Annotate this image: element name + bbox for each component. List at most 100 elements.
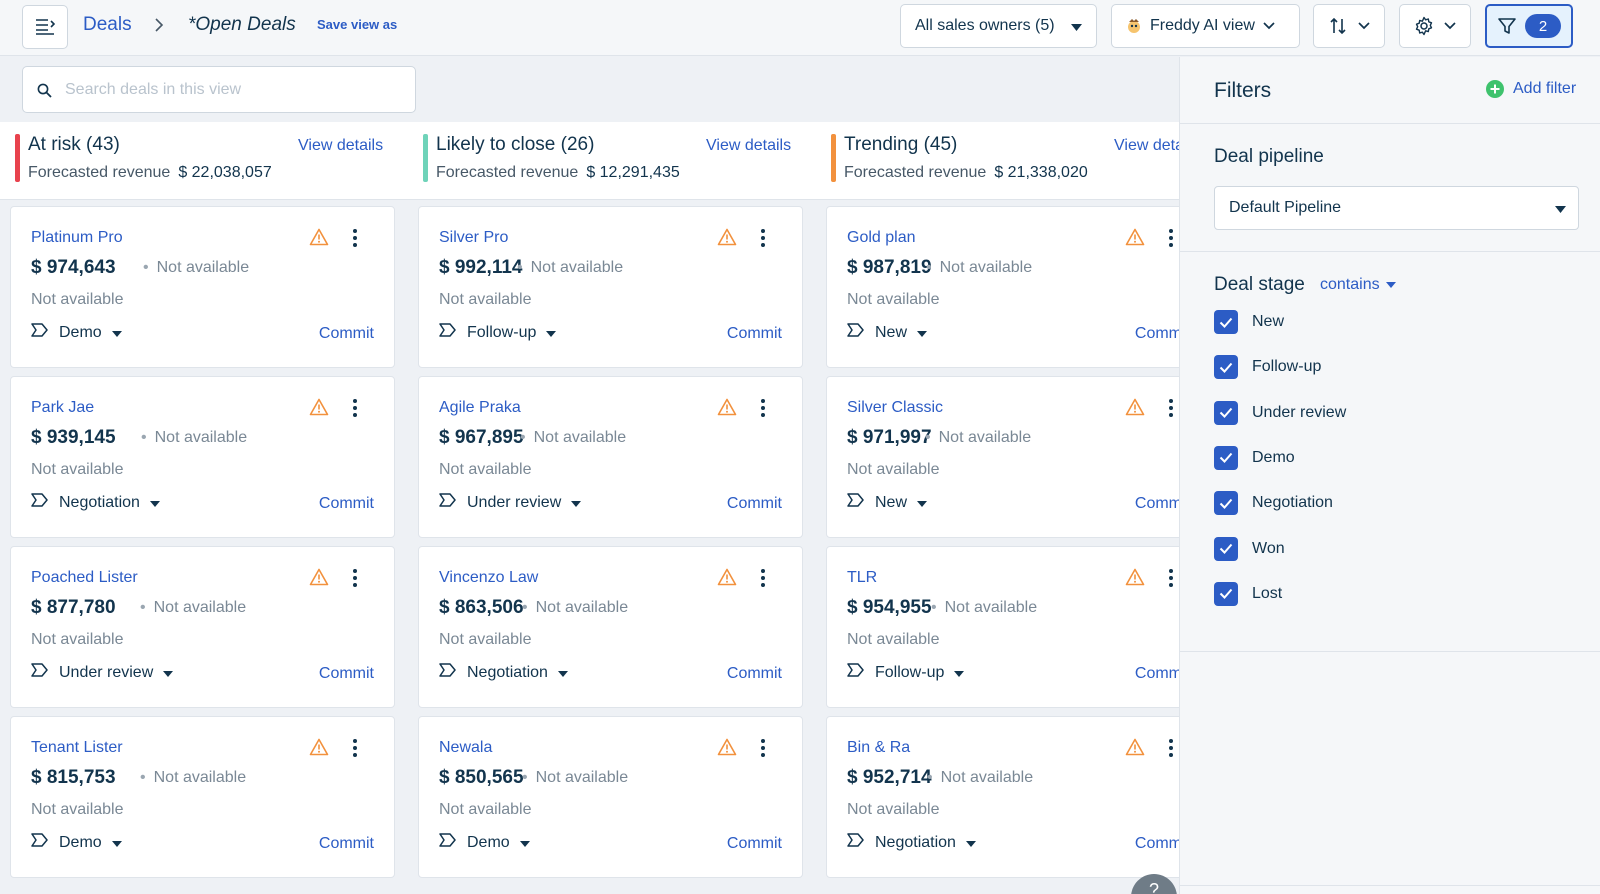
search-input[interactable] <box>65 77 405 103</box>
commit-link[interactable]: Commit <box>1135 835 1179 853</box>
sort-dropdown[interactable] <box>1313 4 1385 48</box>
commit-link[interactable]: Commit <box>319 835 374 853</box>
deal-name-link[interactable]: Gold plan <box>847 229 916 247</box>
deal-stage-option[interactable]: Under review <box>1214 400 1347 425</box>
close-date-value: Not available <box>522 599 629 617</box>
deal-name-link[interactable]: Vincenzo Law <box>439 569 538 587</box>
deal-name-link[interactable]: Bin & Ra <box>847 739 910 757</box>
warning-icon <box>1125 398 1145 421</box>
deal-stage-dropdown[interactable]: Under review <box>439 493 582 512</box>
deal-card[interactable]: Poached Lister $ 877,780 Not available Not … <box>10 546 395 708</box>
commit-link[interactable]: Commit <box>1135 495 1179 513</box>
sales-owners-dropdown[interactable]: All sales owners (5) <box>900 4 1097 48</box>
view-details-link[interactable]: View details <box>298 137 383 155</box>
commit-link[interactable]: Commit <box>319 325 374 343</box>
more-options-icon[interactable] <box>1163 567 1179 589</box>
deal-name-link[interactable]: TLR <box>847 569 877 587</box>
deal-name-link[interactable]: Park Jae <box>31 399 94 417</box>
deal-stage-dropdown[interactable]: Demo <box>439 833 530 852</box>
deal-stage-option[interactable]: Won <box>1214 536 1285 561</box>
deal-card[interactable]: Tenant Lister $ 815,753 Not available Not a… <box>10 716 395 878</box>
commit-link[interactable]: Commit <box>319 665 374 683</box>
commit-link[interactable]: Commit <box>727 325 782 343</box>
deal-stage-option[interactable]: Lost <box>1214 581 1282 606</box>
deal-name-link[interactable]: Agile Praka <box>439 399 521 417</box>
deal-card[interactable]: Bin & Ra$ 952,714Not availableNot availa… <box>826 716 1179 878</box>
deal-stage-dropdown[interactable]: Follow-up <box>439 323 557 342</box>
more-options-icon[interactable] <box>1163 397 1179 419</box>
more-options-icon[interactable] <box>347 397 363 419</box>
deal-stage-dropdown[interactable]: Follow-up <box>847 663 965 682</box>
deal-stage-option[interactable]: New <box>1214 310 1284 334</box>
contact-value: Not available <box>847 631 940 648</box>
deal-name-link[interactable]: Newala <box>439 739 492 757</box>
more-options-icon[interactable] <box>1163 227 1179 249</box>
deal-name-link[interactable]: Platinum Pro <box>31 229 123 247</box>
deal-stage-dropdown[interactable]: Negotiation <box>847 833 976 852</box>
filter-toggle-button[interactable]: 2 <box>1485 4 1573 48</box>
caret-down-icon <box>917 324 928 342</box>
add-filter-button[interactable]: Add filter <box>1485 79 1576 99</box>
commit-link[interactable]: Commit <box>1135 325 1179 343</box>
deal-stage-option[interactable]: Negotiation <box>1214 491 1333 516</box>
contact-value: Not available <box>439 291 532 308</box>
more-options-icon[interactable] <box>1163 737 1179 759</box>
column-title: Likely to close (26) <box>436 134 595 155</box>
checkbox-checked[interactable] <box>1214 355 1238 380</box>
deal-stage-dropdown[interactable]: New <box>847 323 928 342</box>
more-options-icon[interactable] <box>755 567 771 589</box>
more-options-icon[interactable] <box>347 567 363 589</box>
checkbox-checked[interactable] <box>1214 445 1238 470</box>
sidebar-toggle-button[interactable] <box>22 5 68 49</box>
deal-card[interactable]: Agile Praka$ 967,895Not availableNot ava… <box>418 376 803 538</box>
contact-value: Not available <box>847 801 940 818</box>
commit-link[interactable]: Commit <box>727 495 782 513</box>
commit-link[interactable]: Commit <box>727 835 782 853</box>
deal-card[interactable]: Silver Classic$ 971,997Not availableNot … <box>826 376 1179 538</box>
deal-pipeline-select[interactable]: Default Pipeline <box>1214 186 1579 230</box>
commit-link[interactable]: Commit <box>727 665 782 683</box>
deal-name-link[interactable]: Tenant Lister <box>31 739 123 757</box>
settings-dropdown[interactable] <box>1399 4 1471 48</box>
deal-card[interactable]: Newala$ 850,565Not availableNot availabl… <box>418 716 803 878</box>
commit-link[interactable]: Commit <box>1135 665 1179 683</box>
more-options-icon[interactable] <box>755 227 771 249</box>
deal-card[interactable]: Vincenzo Law$ 863,506Not availableNot av… <box>418 546 803 708</box>
deal-name-link[interactable]: Silver Classic <box>847 399 943 417</box>
deal-name-link[interactable]: Silver Pro <box>439 229 508 247</box>
deal-stage-dropdown[interactable]: New <box>847 493 928 512</box>
checkbox-checked[interactable] <box>1214 581 1238 606</box>
more-options-icon[interactable] <box>755 397 771 419</box>
deal-stage-dropdown[interactable]: Under review <box>31 663 174 682</box>
view-details-link[interactable]: View details <box>1114 137 1179 155</box>
deal-card[interactable]: Silver Pro$ 992,114Not availableNot avai… <box>418 206 803 368</box>
deal-stage-dropdown[interactable]: Negotiation <box>31 493 160 512</box>
deal-stage-operator-dropdown[interactable]: contains <box>1320 276 1396 294</box>
freddy-ai-view-dropdown[interactable]: Freddy AI view <box>1111 4 1300 48</box>
deal-stage-dropdown[interactable]: Negotiation <box>439 663 568 682</box>
breadcrumb-deals-link[interactable]: Deals <box>83 14 132 36</box>
deal-card[interactable]: TLR$ 954,955Not availableNot availableFo… <box>826 546 1179 708</box>
caret-down-icon <box>111 834 122 852</box>
deal-stage-option-label: Under review <box>1252 403 1347 421</box>
deal-card[interactable]: Platinum Pro $ 974,643 Not available Not av… <box>10 206 395 368</box>
commit-link[interactable]: Commit <box>319 495 374 513</box>
deal-stage-dropdown[interactable]: Demo <box>31 833 122 852</box>
deal-amount: $ 939,145 <box>31 427 116 448</box>
checkbox-checked[interactable] <box>1214 310 1238 334</box>
save-view-as-link[interactable]: Save view as <box>317 17 397 32</box>
more-options-icon[interactable] <box>347 737 363 759</box>
more-options-icon[interactable] <box>347 227 363 249</box>
deal-stage-dropdown[interactable]: Demo <box>31 323 122 342</box>
more-options-icon[interactable] <box>755 737 771 759</box>
active-filter-count-badge: 2 <box>1525 14 1561 38</box>
deal-stage-option[interactable]: Demo <box>1214 445 1295 470</box>
checkbox-checked[interactable] <box>1214 491 1238 516</box>
deal-card[interactable]: Gold plan$ 987,819Not availableNot avail… <box>826 206 1179 368</box>
deal-stage-option[interactable]: Follow-up <box>1214 355 1321 380</box>
checkbox-checked[interactable] <box>1214 536 1238 561</box>
deal-name-link[interactable]: Poached Lister <box>31 569 138 587</box>
deal-card[interactable]: Park Jae $ 939,145 Not available Not availa… <box>10 376 395 538</box>
view-details-link[interactable]: View details <box>706 137 791 155</box>
checkbox-checked[interactable] <box>1214 400 1238 425</box>
